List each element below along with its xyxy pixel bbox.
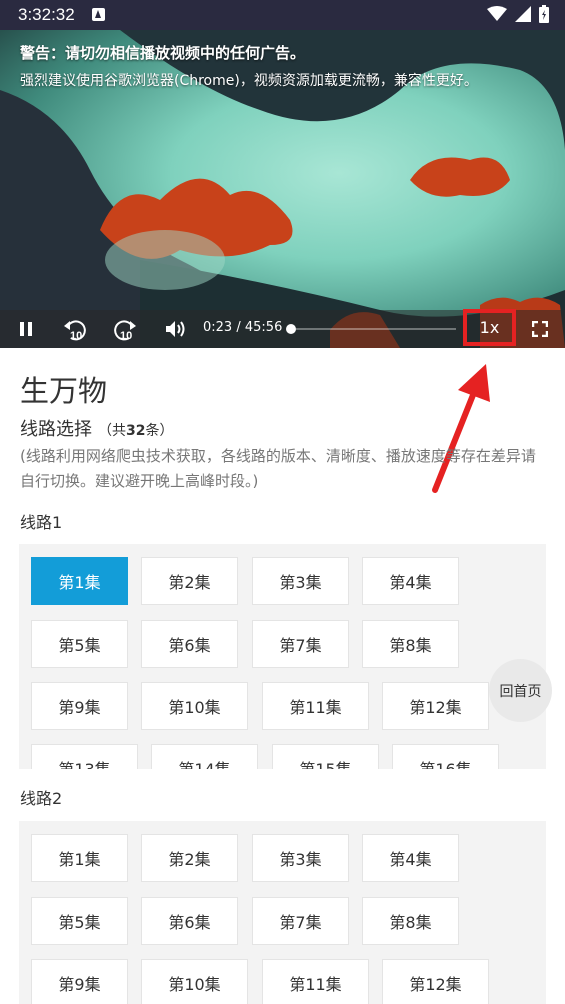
episode-button[interactable]: 第7集 xyxy=(252,620,349,668)
rewind-button[interactable]: 10 xyxy=(60,310,90,348)
volume-button[interactable] xyxy=(162,310,190,348)
episode-button[interactable]: 第8集 xyxy=(362,897,459,945)
time-separator: / xyxy=(236,320,241,335)
browser-tip-text: 强烈建议使用谷歌浏览器(Chrome)，视频资源加载更流畅，兼容性更好。 xyxy=(20,73,478,89)
video-player[interactable]: 警告：请切勿相信播放视频中的任何广告。 强烈建议使用谷歌浏览器(Chrome)，… xyxy=(0,30,565,348)
episode-button[interactable]: 第14集 xyxy=(151,744,258,769)
progress-track[interactable] xyxy=(296,328,456,330)
episode-button[interactable]: 第13集 xyxy=(31,744,138,769)
episode-button[interactable]: 第6集 xyxy=(141,897,238,945)
episode-button[interactable]: 第11集 xyxy=(262,959,369,1004)
current-time: 0:23 xyxy=(203,320,233,335)
playback-speed-button[interactable]: 1x xyxy=(463,309,516,346)
svg-text:10: 10 xyxy=(120,330,132,341)
wifi-icon xyxy=(487,6,507,21)
pause-icon xyxy=(20,322,32,336)
line1-label: 线路1 xyxy=(20,513,63,532)
total-time: 45:56 xyxy=(244,320,283,335)
episode-button[interactable]: 第9集 xyxy=(31,682,128,730)
playback-time: 0:23 / 45:56 xyxy=(203,320,282,335)
episode-button[interactable]: 第3集 xyxy=(252,834,349,882)
episode-button[interactable]: 第5集 xyxy=(31,897,128,945)
episode-button[interactable]: 第2集 xyxy=(141,834,238,882)
episode-button[interactable]: 第5集 xyxy=(31,620,128,668)
status-bar: 3:32:32 xyxy=(0,0,565,30)
line1-episode-list: 第1集第2集第3集第4集第5集第6集第7集第8集第9集第10集第11集第12集第… xyxy=(19,544,546,769)
back-to-home-label: 回首页 xyxy=(499,683,542,700)
status-icons xyxy=(487,5,549,23)
status-time: 3:32:32 xyxy=(18,5,75,24)
warning-text: 警告：请切勿相信播放视频中的任何广告。 xyxy=(20,44,306,62)
episode-button[interactable]: 第1集 xyxy=(31,557,128,605)
fullscreen-button[interactable] xyxy=(528,310,552,348)
episode-button[interactable]: 第15集 xyxy=(272,744,379,769)
fullscreen-icon xyxy=(532,321,548,337)
route-select-heading: 线路选择 （共32条） xyxy=(20,415,173,441)
line2-episode-list: 第1集 第2集 第3集 第4集第5集 第6集 第7集 第8集第9集 第10集 第11集 第12集 xyxy=(19,821,546,1004)
forward-10-icon: 10 xyxy=(114,320,136,341)
episode-button[interactable]: 第2集 xyxy=(141,557,238,605)
episode-button[interactable]: 第12集 xyxy=(382,959,489,1004)
pause-button[interactable] xyxy=(12,310,40,348)
line2-label: 线路2 xyxy=(20,789,63,808)
episode-button[interactable]: 第3集 xyxy=(252,557,349,605)
episode-button[interactable]: 第4集 xyxy=(362,834,459,882)
episode-button[interactable]: 第16集 xyxy=(392,744,499,769)
forward-button[interactable]: 10 xyxy=(110,310,140,348)
a-letter-icon xyxy=(92,8,105,21)
back-to-home-button[interactable]: 回首页 xyxy=(489,659,552,722)
episode-button[interactable]: 第8集 xyxy=(362,620,459,668)
episode-button[interactable]: 第12集 xyxy=(382,682,489,730)
progress-handle[interactable] xyxy=(286,324,296,334)
signal-icon xyxy=(515,6,531,22)
route-select-label: 线路选择 xyxy=(20,419,92,440)
episode-button[interactable]: 第6集 xyxy=(141,620,238,668)
svg-text:10: 10 xyxy=(70,330,82,341)
rewind-10-icon: 10 xyxy=(64,320,86,341)
volume-icon xyxy=(166,321,185,337)
episode-button[interactable]: 第11集 xyxy=(262,682,369,730)
episode-button[interactable]: 第4集 xyxy=(362,557,459,605)
playback-speed-label: 1x xyxy=(479,318,500,337)
episode-button[interactable]: 第1集 xyxy=(31,834,128,882)
battery-icon xyxy=(539,5,549,23)
route-count: （共32条） xyxy=(98,423,174,439)
episode-button[interactable]: 第10集 xyxy=(141,959,248,1004)
page-title: 生万物 xyxy=(20,374,108,408)
episode-button[interactable]: 第9集 xyxy=(31,959,128,1004)
episode-button[interactable]: 第7集 xyxy=(252,897,349,945)
episode-button[interactable]: 第10集 xyxy=(141,682,248,730)
route-note: (线路利用网络爬虫技术获取，各线路的版本、清晰度、播放速度等存在差异请自行切换。… xyxy=(20,447,536,490)
